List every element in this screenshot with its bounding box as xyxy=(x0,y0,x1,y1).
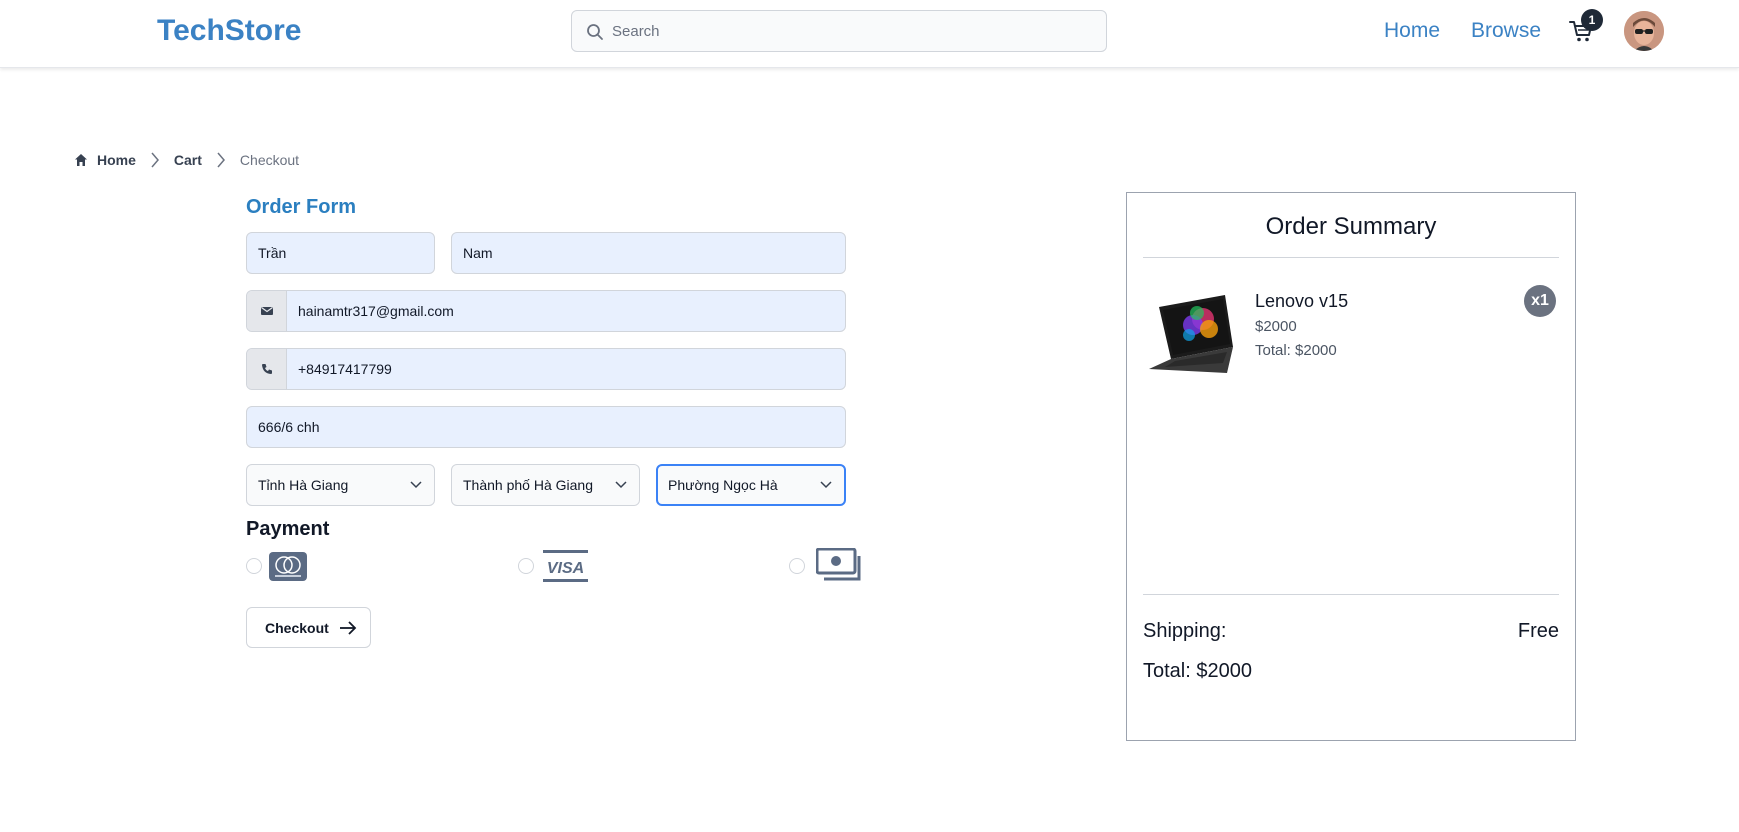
envelope-icon xyxy=(247,291,287,331)
breadcrumb-cart[interactable]: Cart xyxy=(174,152,202,168)
avatar-image xyxy=(1624,11,1664,51)
top-navbar: TechStore Home Browse 1 xyxy=(0,0,1739,68)
search-input[interactable] xyxy=(612,11,1092,51)
city-value: Thành phố Hà Giang xyxy=(463,477,593,493)
nav-browse-link[interactable]: Browse xyxy=(1471,19,1541,43)
shipping-value: Free xyxy=(1517,620,1559,642)
svg-text:VISA: VISA xyxy=(547,560,584,577)
breadcrumb-current: Checkout xyxy=(239,152,300,168)
divider xyxy=(1143,594,1559,595)
cart-count-badge: 1 xyxy=(1581,9,1603,31)
phone-field[interactable]: +84917417799 xyxy=(246,348,846,390)
chevron-down-icon xyxy=(615,481,627,489)
chevron-down-icon xyxy=(410,481,422,489)
product-image xyxy=(1145,289,1241,375)
user-avatar[interactable] xyxy=(1624,11,1664,51)
checkout-label: Checkout xyxy=(265,619,329,636)
cash-icon xyxy=(815,547,862,587)
shipping-label: Shipping: xyxy=(1143,620,1227,642)
chevron-down-icon xyxy=(820,481,832,489)
divider xyxy=(1143,257,1559,258)
nav-home-link[interactable]: Home xyxy=(1384,19,1440,43)
payment-radio-mastercard[interactable] xyxy=(246,558,262,574)
province-select[interactable]: Tỉnh Hà Giang xyxy=(246,464,435,506)
order-summary-panel: Order Summary Lenovo v15 $2000 Total: $2… xyxy=(1126,192,1576,741)
chevron-right-icon xyxy=(216,152,226,168)
address-field[interactable]: 666/6 chh xyxy=(246,406,846,448)
email-field[interactable]: hainamtr317@gmail.com xyxy=(246,290,846,332)
phone-icon xyxy=(247,349,287,389)
first-name-field[interactable]: Trần xyxy=(246,232,435,274)
province-value: Tỉnh Hà Giang xyxy=(258,477,349,493)
visa-icon: VISA xyxy=(543,549,588,588)
product-name: Lenovo v15 xyxy=(1255,291,1349,311)
home-icon xyxy=(75,154,87,166)
chevron-right-icon xyxy=(150,152,160,168)
brand-logo[interactable]: TechStore xyxy=(157,14,301,48)
payment-title: Payment xyxy=(246,518,330,540)
order-form-title: Order Form xyxy=(246,196,357,218)
arrow-right-icon xyxy=(339,620,357,635)
search-icon xyxy=(587,24,603,40)
email-value: hainamtr317@gmail.com xyxy=(298,303,454,319)
payment-radio-cash[interactable] xyxy=(789,558,805,574)
quantity-badge: x1 xyxy=(1524,285,1556,317)
last-name-field[interactable]: Nam xyxy=(451,232,846,274)
breadcrumb: Home Cart Checkout xyxy=(74,150,299,170)
order-summary-title: Order Summary xyxy=(1265,213,1437,240)
payment-radio-visa[interactable] xyxy=(518,558,534,574)
product-line-total: Total: $2000 xyxy=(1255,342,1337,359)
ward-select[interactable]: Phường Ngọc Hà xyxy=(656,464,846,506)
search-box[interactable] xyxy=(571,10,1107,52)
breadcrumb-home[interactable]: Home xyxy=(97,152,136,168)
mastercard-icon xyxy=(269,552,307,586)
checkout-button[interactable]: Checkout xyxy=(246,607,371,648)
ward-value: Phường Ngọc Hà xyxy=(668,477,778,493)
phone-value: +84917417799 xyxy=(298,361,392,377)
product-price: $2000 xyxy=(1255,318,1297,335)
city-select[interactable]: Thành phố Hà Giang xyxy=(451,464,640,506)
order-total: Total: $2000 xyxy=(1143,660,1252,682)
